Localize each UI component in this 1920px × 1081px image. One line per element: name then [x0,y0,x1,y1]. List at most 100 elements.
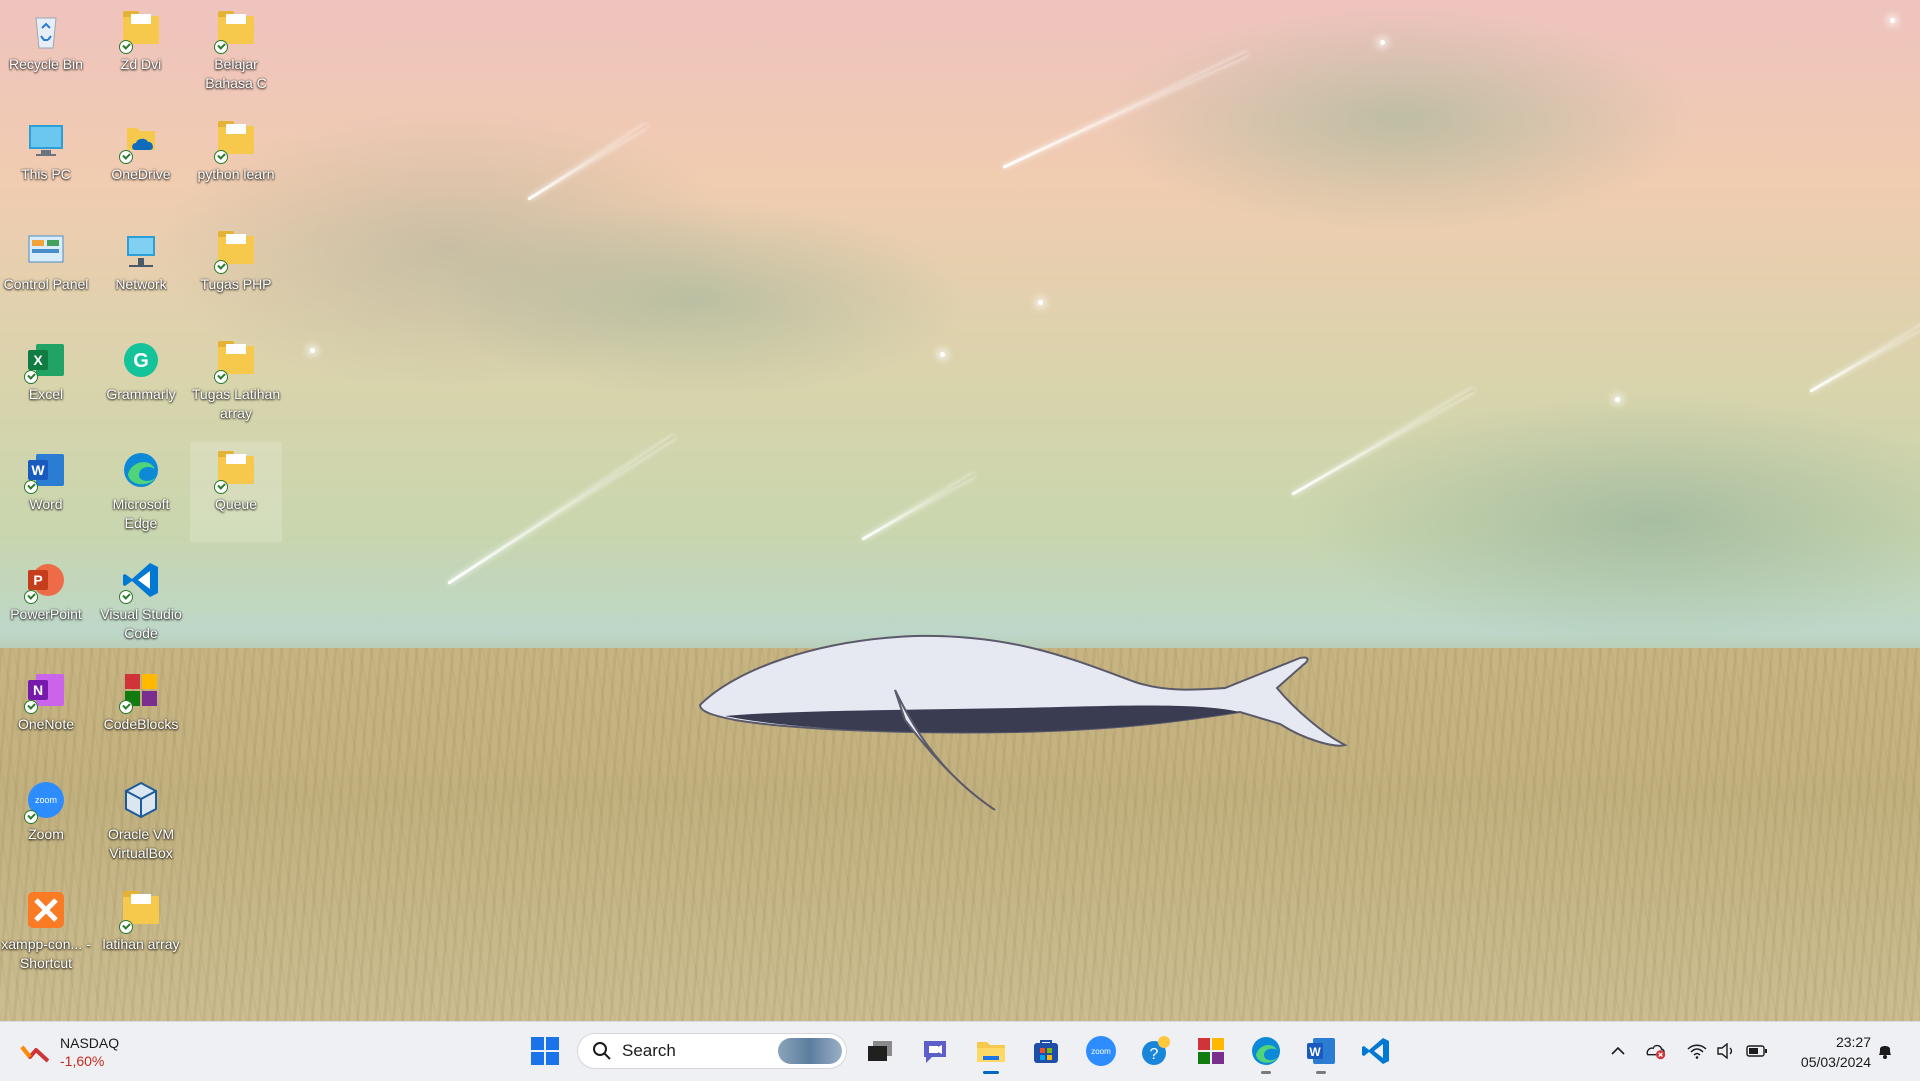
grammarly-icon: G [121,340,161,380]
desktop-wallpaper [0,0,1920,1021]
onedrive-error-icon[interactable] [1645,1040,1667,1062]
search-icon [593,1042,611,1060]
desktop-icon-label: Queue [214,496,258,512]
taskbar: NASDAQ -1,60% Search zoom ? W 23:27 05/0… [0,1021,1920,1081]
folder-icon [214,340,256,384]
desktop-icon-word[interactable]: W Word [0,442,92,542]
wallpaper-whale [698,634,1348,811]
running-indicator [1316,1071,1326,1074]
taskbar-search[interactable]: Search [577,1033,847,1069]
wallpaper-meteor [1809,320,1920,393]
sync-status-icon [119,40,133,54]
wallpaper-meteor [447,435,676,585]
desktop-icon-control-panel[interactable]: Control Panel [0,222,92,322]
word-icon[interactable]: W [1301,1031,1341,1074]
desktop-icon-python-learn[interactable]: python learn [190,112,282,212]
vscode-icon [119,560,161,604]
desktop-icon-codeblocks[interactable]: CodeBlocks [95,662,187,762]
svg-text:P: P [33,572,42,588]
desktop-icon-label: OneNote [17,716,75,732]
sync-status-icon [214,150,228,164]
desktop-icon-oracle-vm-virtualbox[interactable]: Oracle VM VirtualBox [95,772,187,872]
sync-status-icon [119,700,133,714]
wallpaper-meteor [1002,52,1249,169]
desktop-icon-label: Excel [28,386,64,402]
desktop-icon-label: latihan array [102,936,180,952]
stock-chart-icon [20,1041,50,1063]
notification-bell-icon[interactable] [1874,1040,1896,1062]
system-clock[interactable]: 23:27 05/03/2024 [1775,1032,1871,1072]
desktop-icon-label: Belajar Bahasa C [205,56,267,91]
sync-status-icon [119,590,133,604]
svg-text:G: G [133,350,149,372]
vscode-icon[interactable] [1356,1031,1396,1071]
desktop-icon-zoom[interactable]: zoom Zoom [0,772,92,872]
desktop-icon-excel[interactable]: X Excel [0,332,92,432]
widget-value: -1,60% [60,1053,105,1069]
edge-icon[interactable] [1246,1031,1286,1074]
desktop-icon-belajar-bahasa-c[interactable]: Belajar Bahasa C [190,2,282,102]
desktop-icon-xampp-con-shortcut[interactable]: xampp-con... - Shortcut [0,882,92,982]
help-icon[interactable]: ? [1136,1031,1176,1071]
desktop-icon-label: Network [115,276,167,292]
xampp-icon [26,890,66,930]
desktop-icon-label: Zoom [28,826,64,842]
zoom-icon[interactable]: zoom [1081,1031,1121,1071]
desktop-icon-this-pc[interactable]: This PC [0,112,92,212]
desktop-icon-visual-studio-code[interactable]: Visual Studio Code [95,552,187,652]
sync-status-icon [119,920,133,934]
search-highlight-icon [778,1038,842,1064]
store-icon[interactable] [1026,1031,1066,1071]
desktop-icon-queue[interactable]: Queue [190,442,282,542]
desktop-icon-label: xampp-con... - Shortcut [1,936,91,971]
widgets-button[interactable]: NASDAQ -1,60% [20,1032,119,1072]
desktop-icon-network[interactable]: Network [95,222,187,322]
wallpaper-star [1380,40,1385,45]
search-label: Search [622,1041,676,1060]
chat-icon[interactable] [915,1031,955,1071]
desktop-icon-label: This PC [21,166,71,182]
svg-text:zoom: zoom [1091,1047,1111,1056]
codeblocks-icon[interactable] [1191,1031,1231,1071]
desktop-icon-label: python learn [197,166,275,182]
desktop-icon-powerpoint[interactable]: P PowerPoint [0,552,92,652]
sync-status-icon [214,370,228,384]
sync-status-icon [119,150,133,164]
svg-text:W: W [1309,1045,1321,1059]
wifi-icon[interactable] [1686,1040,1708,1062]
desktop-icon-label: PowerPoint [10,606,82,622]
folder-icon [214,230,256,274]
desktop-icon-recycle-bin[interactable]: Recycle Bin [0,2,92,102]
running-indicator [983,1071,999,1074]
wallpaper-star [310,348,315,353]
running-indicator [1261,1071,1271,1074]
volume-icon[interactable] [1715,1040,1737,1062]
desktop-icon-tugas-latihan-array[interactable]: Tugas Latihan array [190,332,282,432]
sync-status-icon [214,40,228,54]
network-icon [121,230,161,270]
wallpaper-star [1038,300,1043,305]
sync-status-icon [24,480,38,494]
desktop-icon-grammarly[interactable]: G Grammarly [95,332,187,432]
desktop-icon-microsoft-edge[interactable]: Microsoft Edge [95,442,187,542]
battery-icon[interactable] [1746,1040,1768,1062]
chevron-up-icon[interactable] [1607,1040,1629,1062]
folder-icon [214,450,256,494]
file-explorer-icon[interactable] [971,1031,1011,1074]
folder-icon [214,120,256,164]
task-view-icon[interactable] [860,1031,900,1071]
desktop-icon-tugas-php[interactable]: Tugas PHP [190,222,282,322]
desktop-icon-onenote[interactable]: N OneNote [0,662,92,762]
wallpaper-meteor [1291,388,1475,496]
windows-start-icon[interactable] [525,1031,565,1071]
desktop-icon-latihan-array[interactable]: latihan array [95,882,187,982]
zoom-icon: zoom [24,780,66,824]
folder-icon [119,10,161,54]
folder-icon [214,10,256,54]
desktop-icon-label: Tugas PHP [200,276,272,292]
sync-status-icon [24,810,38,824]
desktop-icon-zd-dvi[interactable]: Zd Dvi [95,2,187,102]
desktop-icon-onedrive[interactable]: OneDrive [95,112,187,212]
folder-icon [119,890,161,934]
desktop-icon-label: Recycle Bin [9,56,83,72]
